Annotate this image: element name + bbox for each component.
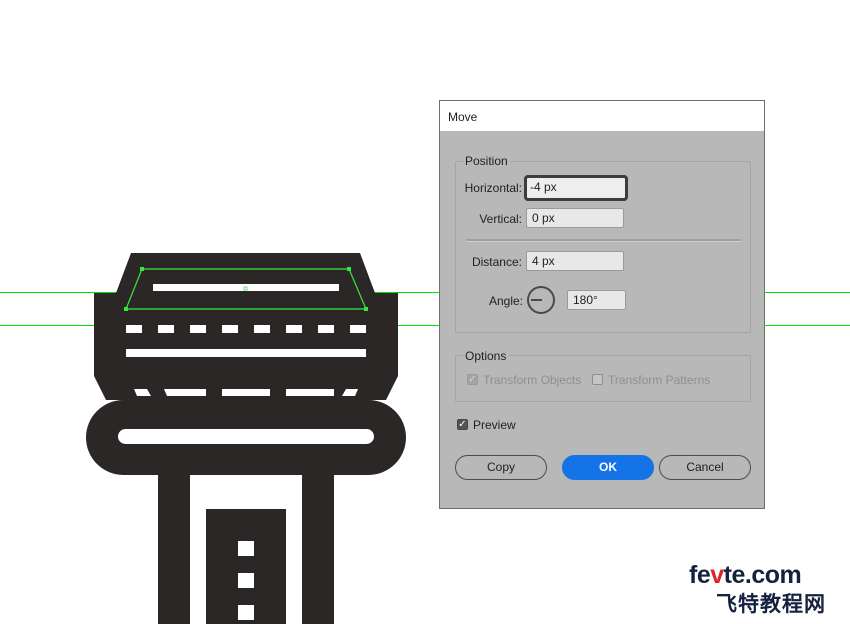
watermark-text-a: fe xyxy=(689,561,711,589)
transform-objects-label: Transform Objects xyxy=(483,373,582,387)
angle-input[interactable]: 180° xyxy=(567,290,626,310)
cancel-button[interactable]: Cancel xyxy=(659,455,751,480)
transform-objects-checkbox[interactable]: ✓ xyxy=(467,374,478,385)
move-dialog: Move Position Horizontal: -4 px Vertical… xyxy=(439,100,765,509)
position-group-label: Position xyxy=(463,154,510,168)
distance-label: Distance: xyxy=(471,255,522,269)
preview-label: Preview xyxy=(473,418,516,432)
transform-patterns-checkbox[interactable] xyxy=(592,374,603,385)
angle-dial-needle xyxy=(531,299,542,301)
watermark-chinese: 飞特教程网 xyxy=(716,592,826,616)
anchor-point[interactable] xyxy=(124,307,128,311)
watermark-logo: fevte.com xyxy=(689,561,802,590)
dialog-title[interactable]: Move xyxy=(440,101,764,131)
position-divider xyxy=(466,239,741,242)
watermark-text-accent: v xyxy=(710,561,724,589)
anchor-point[interactable] xyxy=(140,267,144,271)
horizontal-input[interactable]: -4 px xyxy=(524,175,628,201)
tower-shaft-left[interactable] xyxy=(158,475,190,624)
tower-deck-window xyxy=(118,429,374,444)
angle-label: Angle: xyxy=(488,294,523,308)
preview-checkbox[interactable]: ✓ xyxy=(457,419,468,430)
horizontal-label: Horizontal: xyxy=(464,181,522,195)
vertical-input[interactable]: 0 px xyxy=(526,208,624,228)
tower-shaft-right[interactable] xyxy=(302,475,334,624)
copy-button[interactable]: Copy xyxy=(455,455,547,480)
anchor-point[interactable] xyxy=(364,307,368,311)
vertical-label: Vertical: xyxy=(479,212,522,226)
distance-input[interactable]: 4 px xyxy=(526,251,624,271)
anchor-point[interactable] xyxy=(347,267,351,271)
ok-button[interactable]: OK xyxy=(562,455,654,480)
watermark-text-b: te.com xyxy=(723,561,802,589)
transform-patterns-label: Transform Patterns xyxy=(608,373,711,387)
tower-elevator-windows xyxy=(238,541,254,620)
angle-dial-icon[interactable] xyxy=(527,286,555,314)
options-group-label: Options xyxy=(463,349,509,363)
